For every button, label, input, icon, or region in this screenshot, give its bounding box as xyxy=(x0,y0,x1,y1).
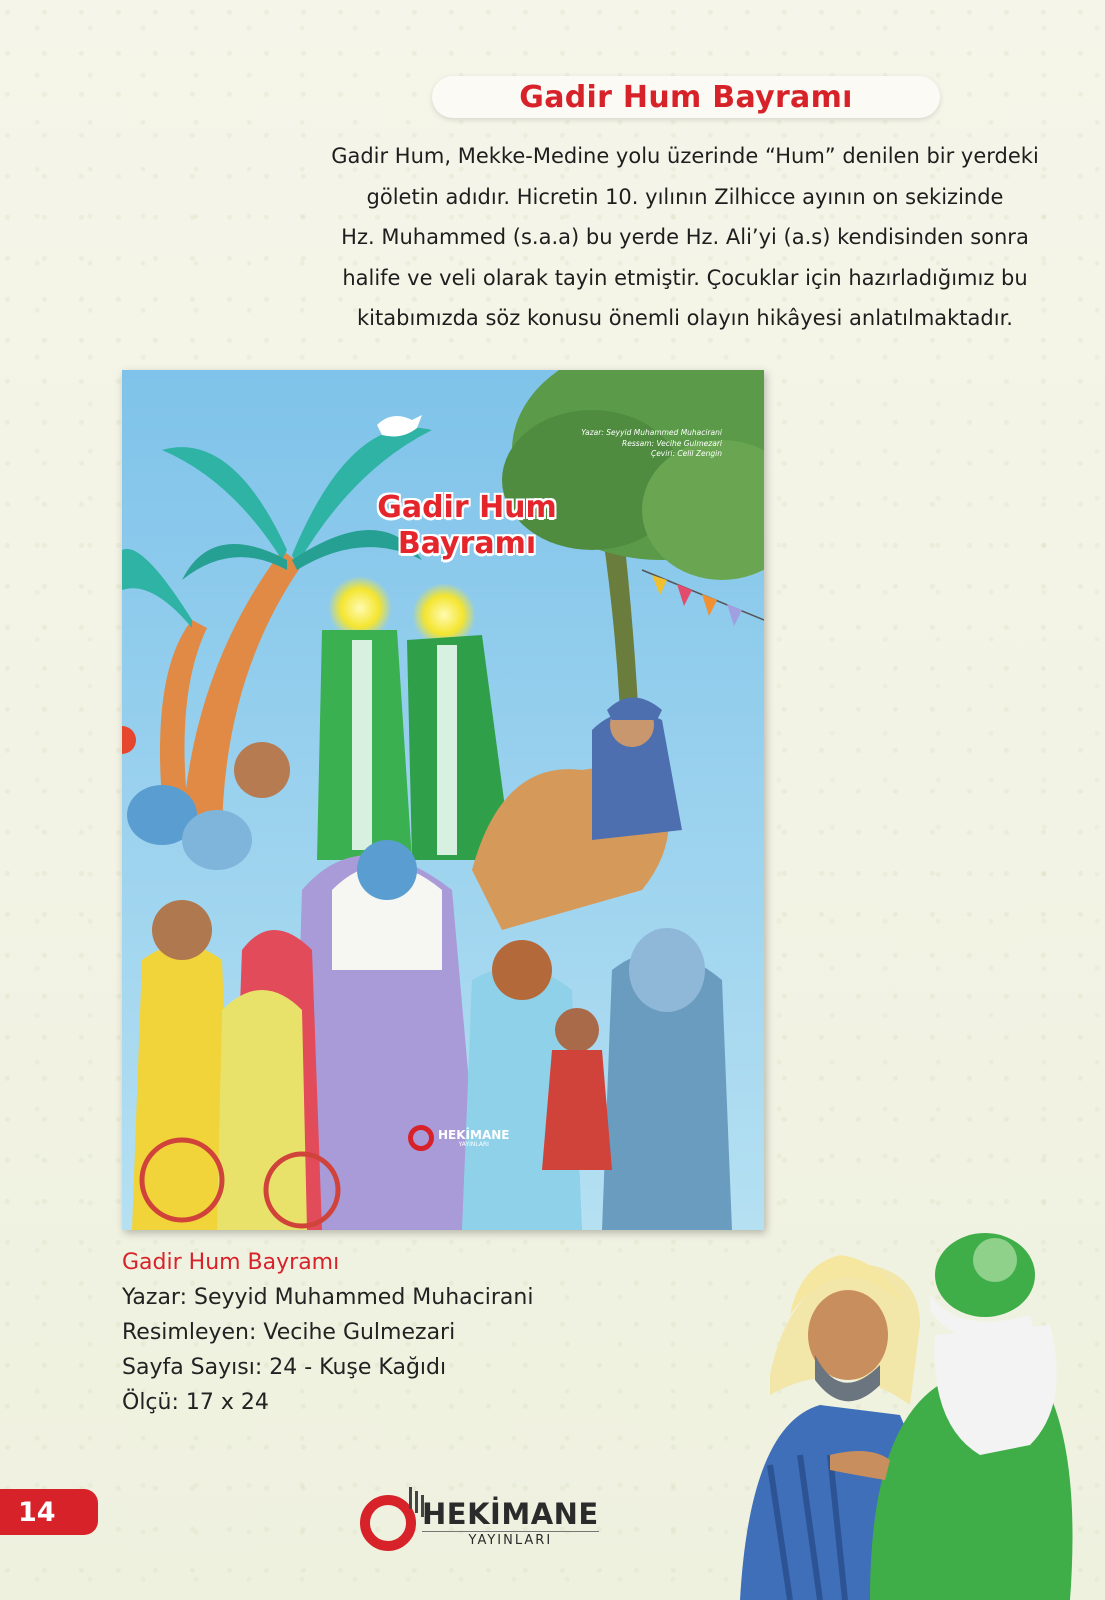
cover-title-line: Bayramı xyxy=(397,526,537,561)
intro-paragraph: Gadir Hum, Mekke-Medine yolu üzerinde “H… xyxy=(310,136,1060,339)
cover-credits: Yazar: Seyyid Muhammed Muhacirani Ressam… xyxy=(542,428,722,460)
publisher-logo-ring-icon xyxy=(360,1487,416,1551)
cover-logo-text: HEKİMANE xyxy=(438,1127,510,1142)
cover-credit-translator: Çeviri: Celil Zengin xyxy=(650,449,722,458)
intro-line: halife ve veli olarak tayin etmiştir. Ço… xyxy=(342,265,1028,290)
intro-line: kitabımızda söz konusu önemli olayın hik… xyxy=(357,306,1013,330)
book-cover-image: Yazar: Seyyid Muhammed Muhacirani Ressam… xyxy=(122,370,764,1230)
publisher-logo: HEKİMANE YAYINLARI xyxy=(360,1487,599,1551)
publisher-sub: YAYINLARI xyxy=(422,1530,599,1548)
cover-title-line: Gadir Hum xyxy=(377,490,557,525)
cover-credit-author: Yazar: Seyyid Muhammed Muhacirani xyxy=(581,428,722,437)
cover-publisher-logo: HEKİMANE YAYINLARI xyxy=(408,1125,509,1151)
section-title-pill: Gadir Hum Bayramı xyxy=(432,76,940,118)
book-pages: Sayfa Sayısı: 24 - Kuşe Kağıdı xyxy=(122,1355,447,1380)
book-name: Gadir Hum Bayramı xyxy=(122,1250,340,1275)
decorative-figures-illustration xyxy=(740,1233,1073,1600)
page-number-badge: 14 xyxy=(0,1489,98,1535)
intro-line: göletin adıdır. Hicretin 10. yılının Zil… xyxy=(366,184,1004,209)
logo-ring-icon xyxy=(408,1125,434,1151)
page-number: 14 xyxy=(18,1496,56,1528)
book-info: Gadir Hum Bayramı Yazar: Seyyid Muhammed… xyxy=(122,1245,533,1420)
cover-credit-illustrator: Ressam: Vecihe Gulmezari xyxy=(622,438,722,448)
cover-title: Gadir Hum Bayramı xyxy=(357,490,577,562)
cover-logo-sub: YAYINLARI xyxy=(458,1140,489,1148)
book-author: Yazar: Seyyid Muhammed Muhacirani xyxy=(122,1285,534,1310)
intro-line: Gadir Hum, Mekke-Medine yolu üzerinde “H… xyxy=(331,144,1039,168)
intro-line: Hz. Muhammed (s.a.a) bu yerde Hz. Ali’yi… xyxy=(341,225,1029,249)
section-title: Gadir Hum Bayramı xyxy=(519,79,853,115)
publisher-name: HEKİMANE xyxy=(422,1496,599,1531)
book-illustrator: Resimleyen: Vecihe Gulmezari xyxy=(122,1320,456,1345)
book-size: Ölçü: 17 x 24 xyxy=(122,1390,269,1415)
